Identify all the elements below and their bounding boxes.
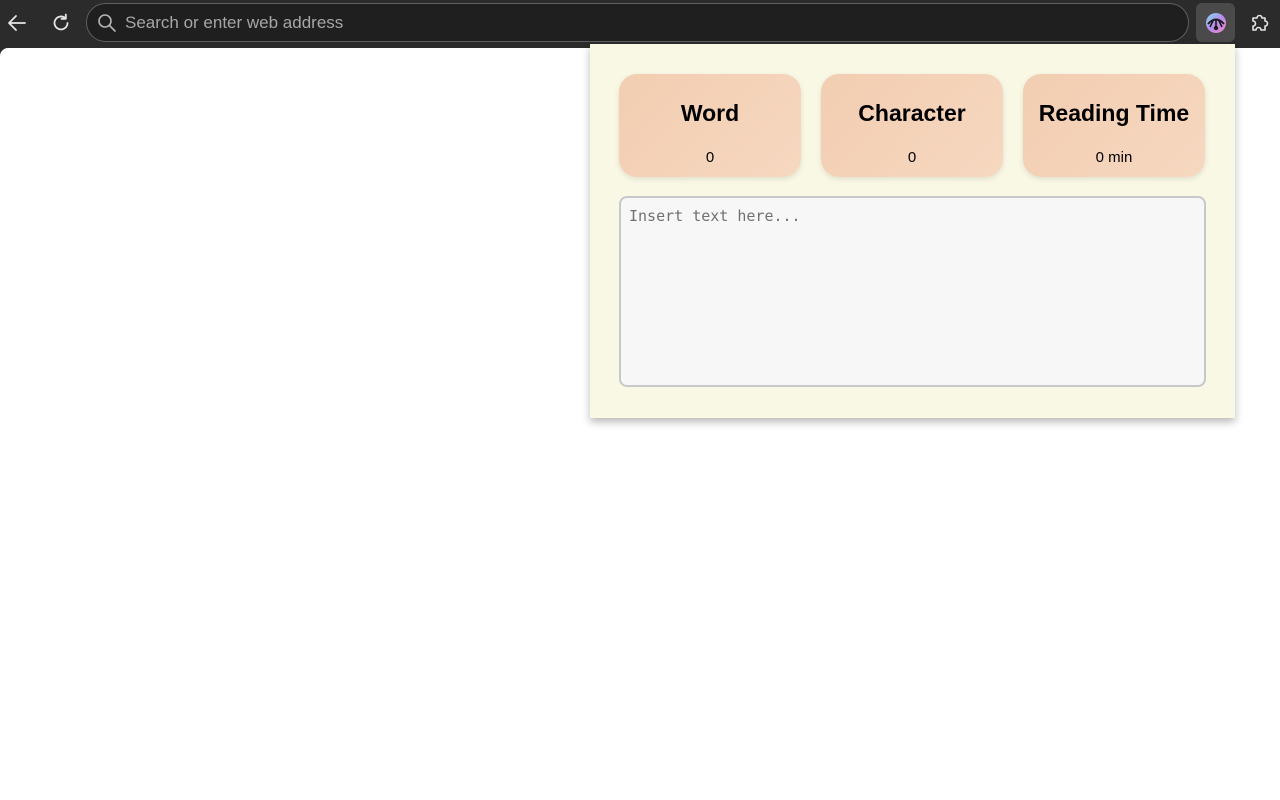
character-count-value: 0 [907, 149, 917, 166]
word-count-value: 0 [705, 149, 715, 166]
search-icon [89, 13, 125, 33]
reading-time-card: Reading Time 0 min [1023, 74, 1205, 177]
extensions-menu-button[interactable] [1242, 4, 1278, 42]
back-button[interactable] [0, 4, 34, 42]
card-title: Word [680, 100, 740, 126]
stats-cards: Word 0 Character 0 Reading Time 0 min [619, 74, 1206, 178]
reload-icon [53, 13, 69, 31]
text-input-area[interactable] [619, 196, 1206, 387]
extension-popup: Word 0 Character 0 Reading Time 0 min [590, 44, 1235, 418]
card-title: Character [858, 100, 966, 126]
address-bar[interactable] [86, 3, 1189, 42]
reading-time-value: 0 min [1095, 149, 1133, 166]
reload-button[interactable] [44, 4, 78, 42]
extension-button[interactable] [1196, 3, 1235, 42]
puzzle-icon [1252, 14, 1269, 31]
word-count-card: Word 0 [619, 74, 801, 177]
browser-toolbar [0, 0, 1280, 48]
extension-app-icon [1205, 12, 1226, 33]
address-input[interactable] [125, 4, 1188, 41]
back-arrow-icon [8, 15, 26, 31]
character-count-card: Character 0 [821, 74, 1003, 177]
card-title: Reading Time [1038, 100, 1190, 126]
